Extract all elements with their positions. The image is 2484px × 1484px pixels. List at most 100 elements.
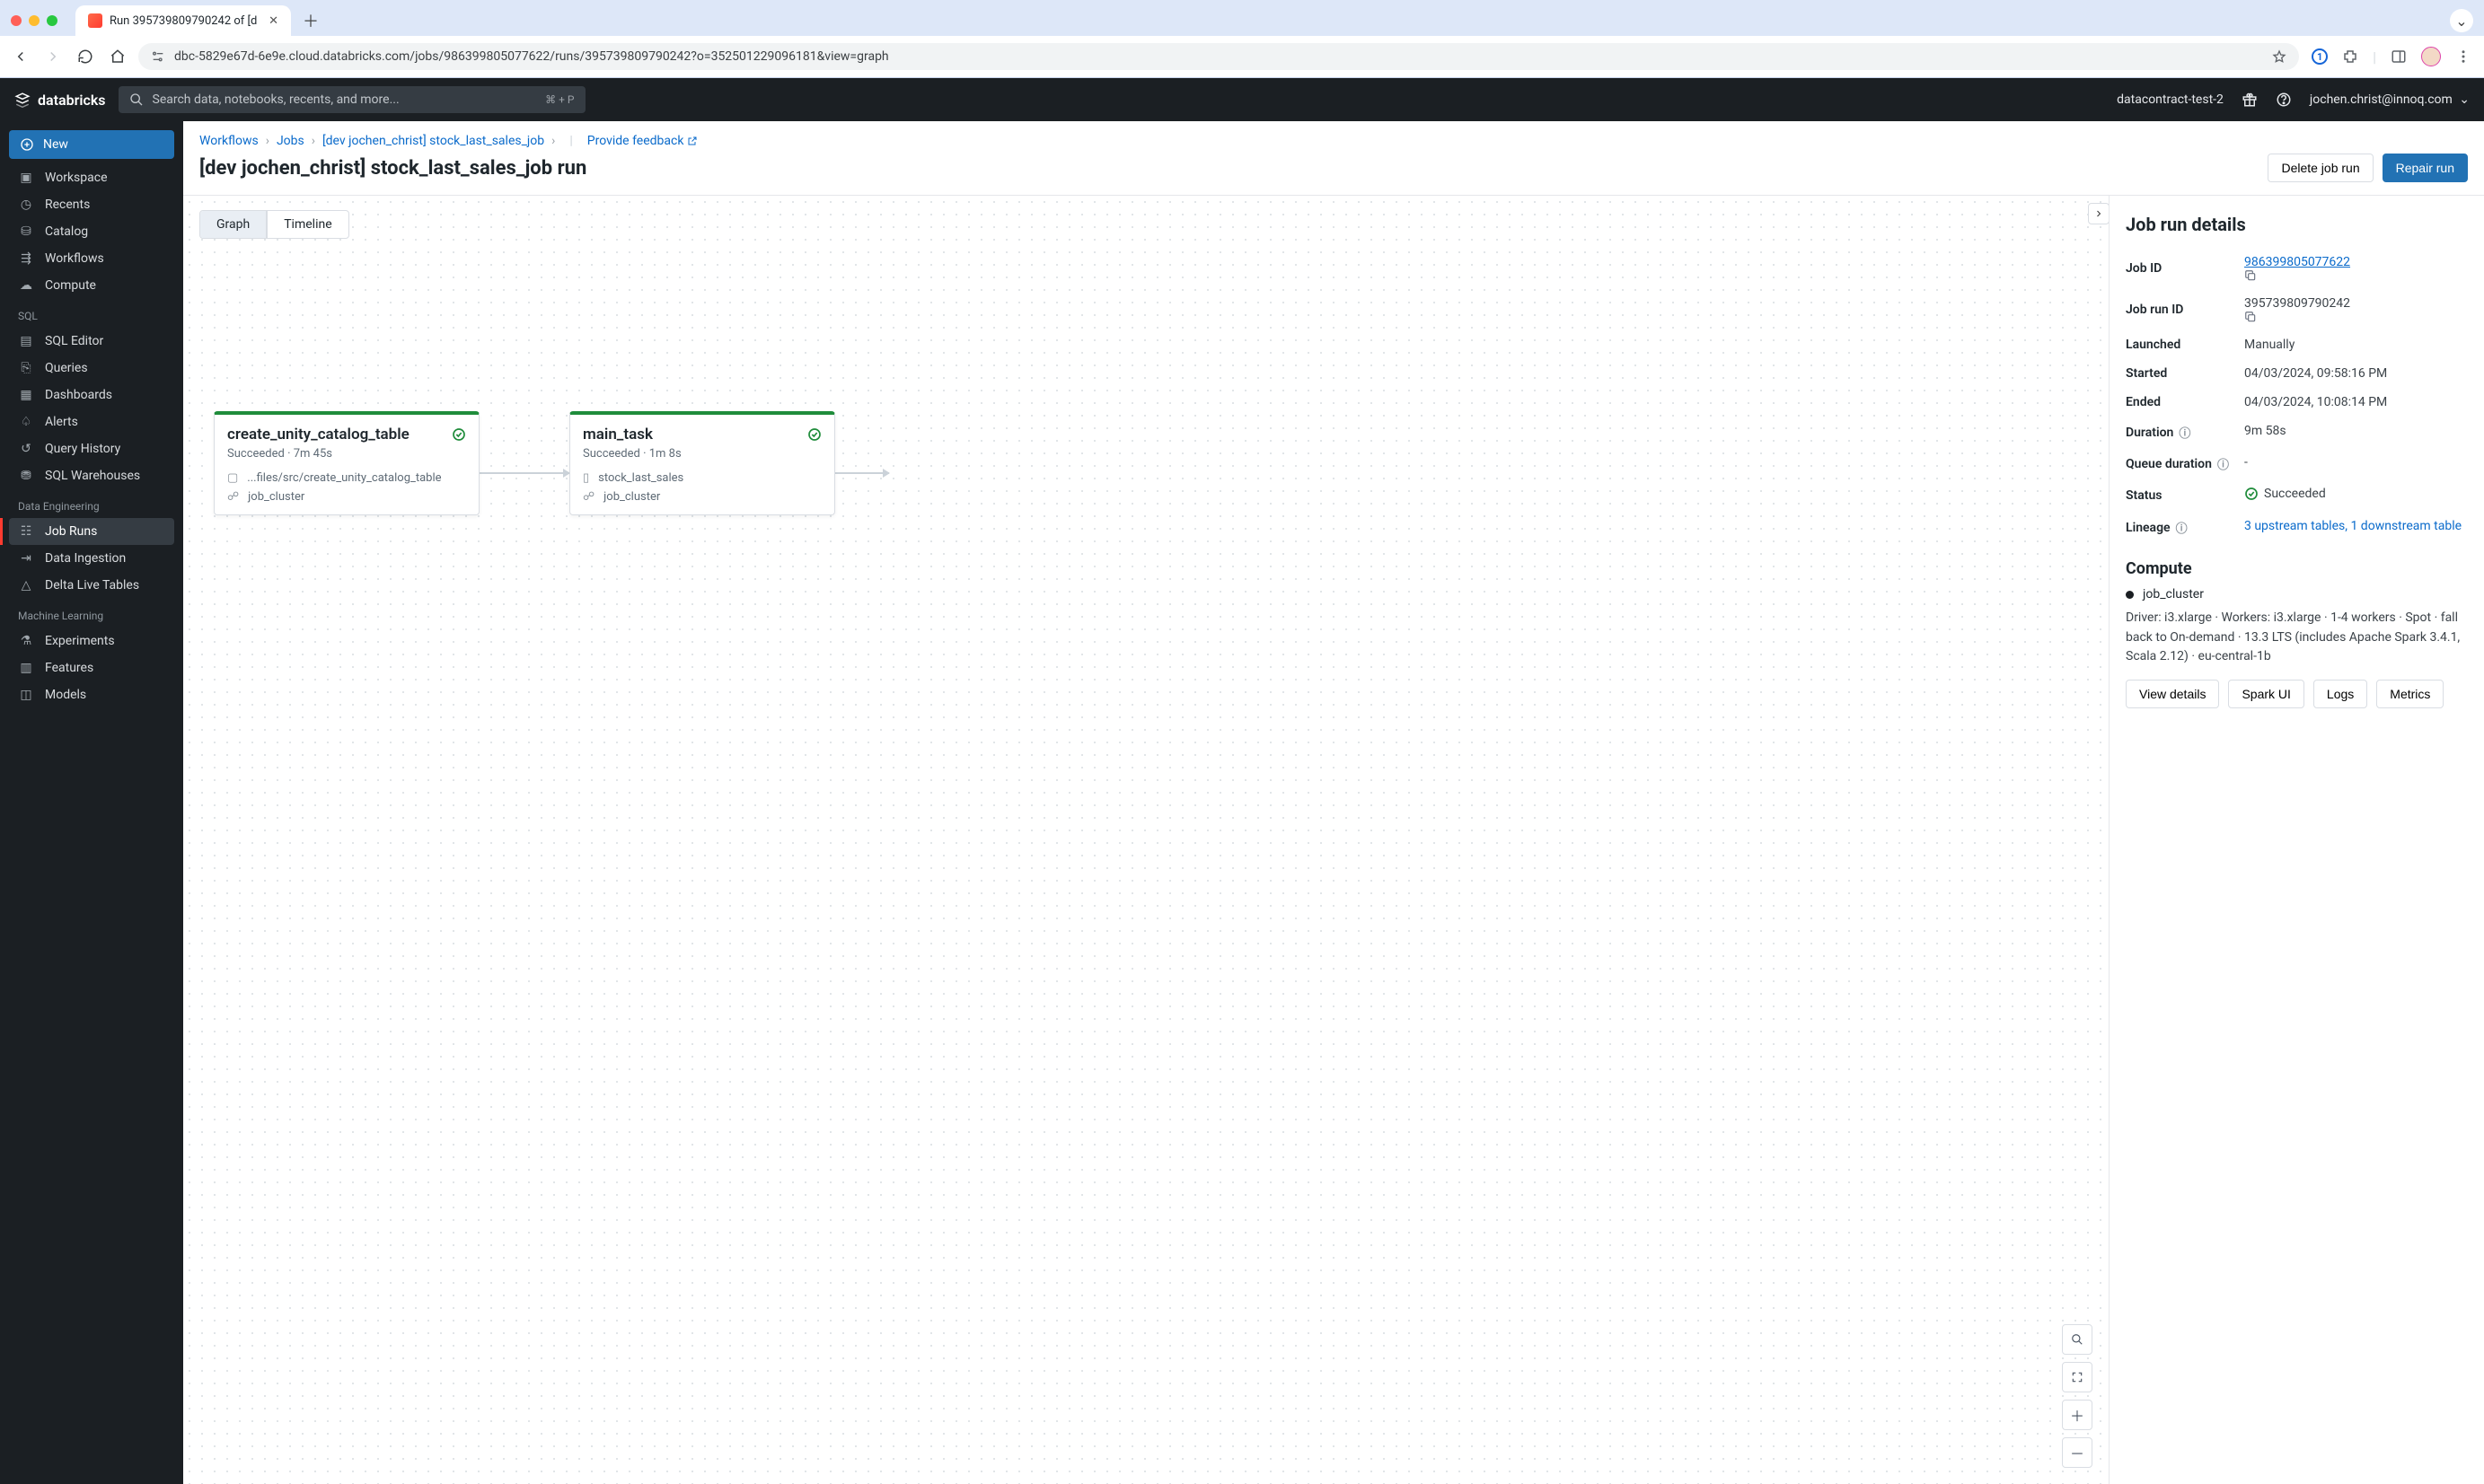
user-menu[interactable]: jochen.christ@innoq.com ⌄ bbox=[2310, 92, 2470, 107]
crumb-job[interactable]: [dev jochen_christ] stock_last_sales_job bbox=[322, 134, 544, 148]
profile-avatar[interactable] bbox=[2421, 47, 2441, 66]
check-circle-icon bbox=[807, 427, 822, 442]
folder-icon: ▢ bbox=[227, 471, 238, 485]
view-details-button[interactable]: View details bbox=[2126, 680, 2219, 708]
gift-icon[interactable] bbox=[2242, 92, 2258, 108]
cluster-icon: ☍ bbox=[583, 490, 595, 504]
sidebar-item-features[interactable]: ▥Features bbox=[9, 654, 174, 681]
ingestion-icon: ⇥ bbox=[18, 551, 34, 566]
browser-chrome: Run 395739809790242 of [d ✕ ＋ ⌄ dbc-582 bbox=[0, 0, 2484, 78]
feedback-link[interactable]: Provide feedback bbox=[587, 134, 699, 148]
task-card-create-unity-catalog-table[interactable]: create_unity_catalog_table Succeeded · 7… bbox=[214, 411, 480, 515]
home-icon[interactable] bbox=[110, 48, 126, 65]
sidebar-item-data-ingestion[interactable]: ⇥Data Ingestion bbox=[9, 545, 174, 572]
sidebar-item-sql-warehouses[interactable]: ⛃SQL Warehouses bbox=[9, 462, 174, 489]
sidebar-item-alerts[interactable]: ♤Alerts bbox=[9, 408, 174, 435]
sidebar-item-dlt[interactable]: △Delta Live Tables bbox=[9, 572, 174, 599]
clock-icon: ◷ bbox=[18, 198, 34, 212]
job-id-link[interactable]: 986399805077622 bbox=[2244, 255, 2350, 269]
crumb-workflows[interactable]: Workflows bbox=[199, 134, 259, 148]
sidebar-item-sql-editor[interactable]: ▤SQL Editor bbox=[9, 328, 174, 355]
sidebar-item-job-runs[interactable]: ☷Job Runs bbox=[9, 518, 174, 545]
workspace-name[interactable]: datacontract-test-2 bbox=[2117, 92, 2224, 107]
lineage-link[interactable]: 3 upstream tables, 1 downstream table bbox=[2244, 519, 2462, 533]
sidebar-item-catalog[interactable]: ⛁Catalog bbox=[9, 218, 174, 245]
collapse-panel-button[interactable] bbox=[2088, 203, 2109, 224]
kebab-menu-icon[interactable] bbox=[2455, 48, 2471, 65]
cluster-icon: ☍ bbox=[227, 490, 239, 504]
search-input[interactable]: Search data, notebooks, recents, and mor… bbox=[119, 86, 586, 113]
help-icon[interactable] bbox=[2276, 92, 2292, 108]
sidebar-item-query-history[interactable]: ↺Query History bbox=[9, 435, 174, 462]
sidebar-item-compute[interactable]: ☁Compute bbox=[9, 272, 174, 299]
zoom-out-button[interactable]: － bbox=[2062, 1437, 2092, 1468]
status-badge: Succeeded bbox=[2244, 487, 2326, 501]
side-panel-icon[interactable] bbox=[2391, 48, 2407, 65]
tab-graph[interactable]: Graph bbox=[200, 211, 267, 238]
chevron-down-icon: ⌄ bbox=[2459, 92, 2470, 107]
dashboard-icon: ▦ bbox=[18, 388, 34, 402]
sidebar-item-workflows[interactable]: ⇶Workflows bbox=[9, 245, 174, 272]
job-run-id: 395739809790242 bbox=[2244, 296, 2350, 311]
graph-canvas[interactable]: Graph Timeline create_unity_catalog_tabl… bbox=[183, 196, 2109, 1484]
close-window-icon[interactable] bbox=[11, 15, 22, 26]
tab-timeline[interactable]: Timeline bbox=[267, 211, 348, 238]
history-icon: ↺ bbox=[18, 442, 34, 456]
sidebar-item-experiments[interactable]: ⚗Experiments bbox=[9, 628, 174, 654]
reload-icon[interactable] bbox=[77, 48, 93, 65]
metrics-button[interactable]: Metrics bbox=[2376, 680, 2444, 708]
databricks-logo[interactable]: databricks bbox=[14, 92, 106, 109]
extensions-icon[interactable] bbox=[2342, 48, 2358, 65]
window-controls bbox=[11, 15, 57, 26]
warehouse-icon: ⛃ bbox=[18, 469, 34, 483]
tab-overflow-icon[interactable]: ⌄ bbox=[2450, 9, 2473, 32]
onepass-icon[interactable]: 1 bbox=[2312, 48, 2328, 65]
logs-button[interactable]: Logs bbox=[2313, 680, 2367, 708]
url-text: dbc-5829e67d-6e9e.cloud.databricks.com/j… bbox=[174, 49, 889, 64]
info-icon[interactable]: ⓘ bbox=[2217, 455, 2229, 472]
folder-icon: ▣ bbox=[18, 171, 34, 185]
spark-ui-button[interactable]: Spark UI bbox=[2228, 680, 2303, 708]
sidebar-item-recents[interactable]: ◷Recents bbox=[9, 191, 174, 218]
details-heading: Job run details bbox=[2126, 214, 2468, 235]
main-content: Workflows › Jobs › [dev jochen_christ] s… bbox=[183, 121, 2484, 1484]
editor-icon: ▤ bbox=[18, 334, 34, 348]
delete-run-button[interactable]: Delete job run bbox=[2268, 154, 2373, 182]
info-icon[interactable]: ⓘ bbox=[2176, 519, 2188, 536]
copy-icon[interactable] bbox=[2244, 269, 2468, 282]
new-tab-button[interactable]: ＋ bbox=[298, 8, 323, 33]
repair-run-button[interactable]: Repair run bbox=[2383, 154, 2468, 182]
details-panel: Job run details Job ID 986399805077622 J… bbox=[2109, 196, 2484, 1484]
browser-tab[interactable]: Run 395739809790242 of [d ✕ bbox=[75, 5, 291, 36]
task-card-main-task[interactable]: main_task Succeeded · 1m 8s ▯stock_last_… bbox=[569, 411, 835, 515]
star-icon[interactable] bbox=[2272, 49, 2286, 64]
sidebar-item-models[interactable]: ◫Models bbox=[9, 681, 174, 708]
copy-icon[interactable] bbox=[2244, 311, 2468, 323]
features-icon: ▥ bbox=[18, 661, 34, 675]
plus-circle-icon bbox=[20, 137, 34, 152]
sidebar-item-dashboards[interactable]: ▦Dashboards bbox=[9, 382, 174, 408]
crumb-jobs[interactable]: Jobs bbox=[277, 134, 304, 148]
compute-icon: ☁ bbox=[18, 278, 34, 293]
bell-icon: ♤ bbox=[18, 415, 34, 429]
external-link-icon bbox=[687, 136, 698, 146]
check-circle-icon bbox=[452, 427, 466, 442]
zoom-fit-button[interactable] bbox=[2062, 1362, 2092, 1392]
minimize-window-icon[interactable] bbox=[29, 15, 40, 26]
sidebar-item-queries[interactable]: ⎘Queries bbox=[9, 355, 174, 382]
check-circle-icon bbox=[2244, 487, 2259, 501]
page-title: [dev jochen_christ] stock_last_sales_job… bbox=[199, 157, 586, 180]
zoom-in-button[interactable]: ＋ bbox=[2062, 1400, 2092, 1430]
maximize-window-icon[interactable] bbox=[47, 15, 57, 26]
brand-text: databricks bbox=[38, 92, 106, 109]
close-tab-icon[interactable]: ✕ bbox=[269, 14, 278, 28]
zoom-search-button[interactable] bbox=[2062, 1324, 2092, 1355]
model-icon: ◫ bbox=[18, 688, 34, 702]
new-button[interactable]: New bbox=[9, 130, 174, 159]
sidebar-item-workspace[interactable]: ▣Workspace bbox=[9, 164, 174, 191]
search-placeholder-text: Search data, notebooks, recents, and mor… bbox=[153, 92, 400, 107]
back-icon[interactable] bbox=[13, 48, 29, 65]
address-bar[interactable]: dbc-5829e67d-6e9e.cloud.databricks.com/j… bbox=[138, 43, 2299, 70]
site-settings-icon[interactable] bbox=[151, 49, 165, 64]
info-icon[interactable]: ⓘ bbox=[2179, 424, 2190, 441]
